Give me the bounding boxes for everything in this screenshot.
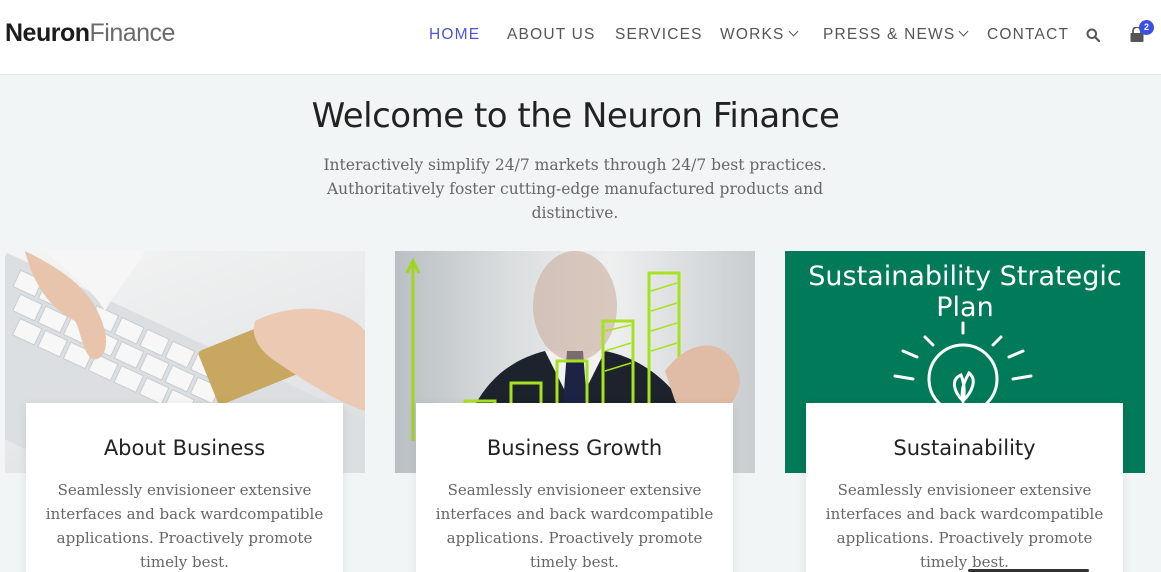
chevron-down-icon	[958, 26, 969, 37]
card-title: Sustainability	[893, 436, 1036, 460]
site-header: NeuronFinance HOME ABOUT US SERVICES WOR…	[0, 0, 1161, 75]
nav-works[interactable]: WORKS	[720, 26, 799, 44]
nav-press-news[interactable]: PRESS & NEWS	[823, 26, 969, 44]
nav-services[interactable]: SERVICES	[615, 26, 703, 44]
card-text: Seamlessly envisioneer extensive interfa…	[45, 481, 324, 571]
search-icon[interactable]	[1086, 28, 1100, 42]
card-title: About Business	[103, 436, 266, 460]
nav-contact[interactable]: CONTACT	[987, 26, 1069, 44]
hero-title: Welcome to the Neuron Finance	[311, 96, 840, 136]
cart-count-badge: 2	[1139, 20, 1154, 35]
nav-works-label: WORKS	[720, 26, 785, 43]
nav-about-us[interactable]: ABOUT US	[507, 26, 596, 44]
chevron-down-icon	[788, 26, 799, 37]
card-text: Seamlessly envisioneer extensive interfa…	[435, 481, 714, 571]
card-business-growth: Business Growth Seamlessly envisioneer e…	[416, 403, 733, 572]
card-title: Business Growth	[486, 436, 663, 460]
card-about-business: About Business Seamlessly envisioneer ex…	[26, 403, 343, 572]
main-nav: HOME ABOUT US SERVICES WORKS PRESS & NEW…	[0, 26, 1161, 46]
nav-press-news-label: PRESS & NEWS	[823, 26, 956, 43]
card-text: Seamlessly envisioneer extensive interfa…	[825, 481, 1104, 571]
hero-text: Interactively simplify 24/7 markets thro…	[323, 156, 827, 222]
card-sustainability: Sustainability Seamlessly envisioneer ex…	[806, 403, 1123, 572]
nav-home[interactable]: HOME	[429, 26, 480, 44]
